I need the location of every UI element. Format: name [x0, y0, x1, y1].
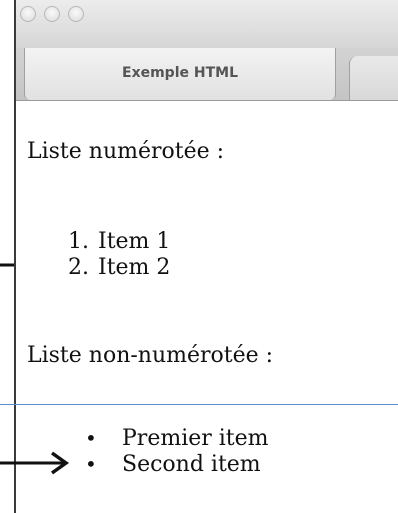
- title-bar[interactable]: [16, 0, 398, 48]
- page-content: Liste numérotée : 1. Item 1 2. Item 2 List…: [16, 101, 398, 513]
- list-item-text: Item 2: [98, 255, 171, 280]
- annotation-arrow-bulleted: [0, 451, 70, 475]
- list-item-text: Premier item: [122, 426, 269, 451]
- list-item-text: Second item: [122, 452, 261, 477]
- bullet-list: • Premier item • Second item: [85, 425, 269, 477]
- divider-line: [0, 404, 398, 405]
- close-button[interactable]: [20, 6, 36, 22]
- screenshot: Exemple HTML Liste numérotée : 1. Item 1 …: [0, 0, 398, 513]
- list-item: 1. Item 1: [68, 229, 170, 255]
- list-number: 1.: [68, 229, 89, 254]
- tab-secondary[interactable]: [349, 56, 398, 100]
- list-item-text: Item 1: [98, 229, 171, 254]
- list-item: 2. Item 2: [68, 255, 170, 281]
- numbered-list: 1. Item 1 2. Item 2: [68, 229, 170, 281]
- numbered-list-heading: Liste numérotée :: [27, 139, 225, 164]
- list-item: • Second item: [85, 451, 269, 477]
- bullet-icon: •: [85, 452, 97, 476]
- tab-exemple-html[interactable]: Exemple HTML: [24, 48, 336, 100]
- list-number: 2.: [68, 255, 89, 280]
- minimize-button[interactable]: [44, 6, 60, 22]
- tab-label: Exemple HTML: [122, 65, 238, 81]
- bullet-list-heading: Liste non-numérotée :: [27, 343, 274, 368]
- zoom-button[interactable]: [68, 6, 84, 22]
- browser-window: Exemple HTML Liste numérotée : 1. Item 1 …: [14, 0, 398, 513]
- tab-strip: Exemple HTML: [16, 48, 398, 101]
- list-item: • Premier item: [85, 425, 269, 451]
- bullet-icon: •: [85, 426, 97, 450]
